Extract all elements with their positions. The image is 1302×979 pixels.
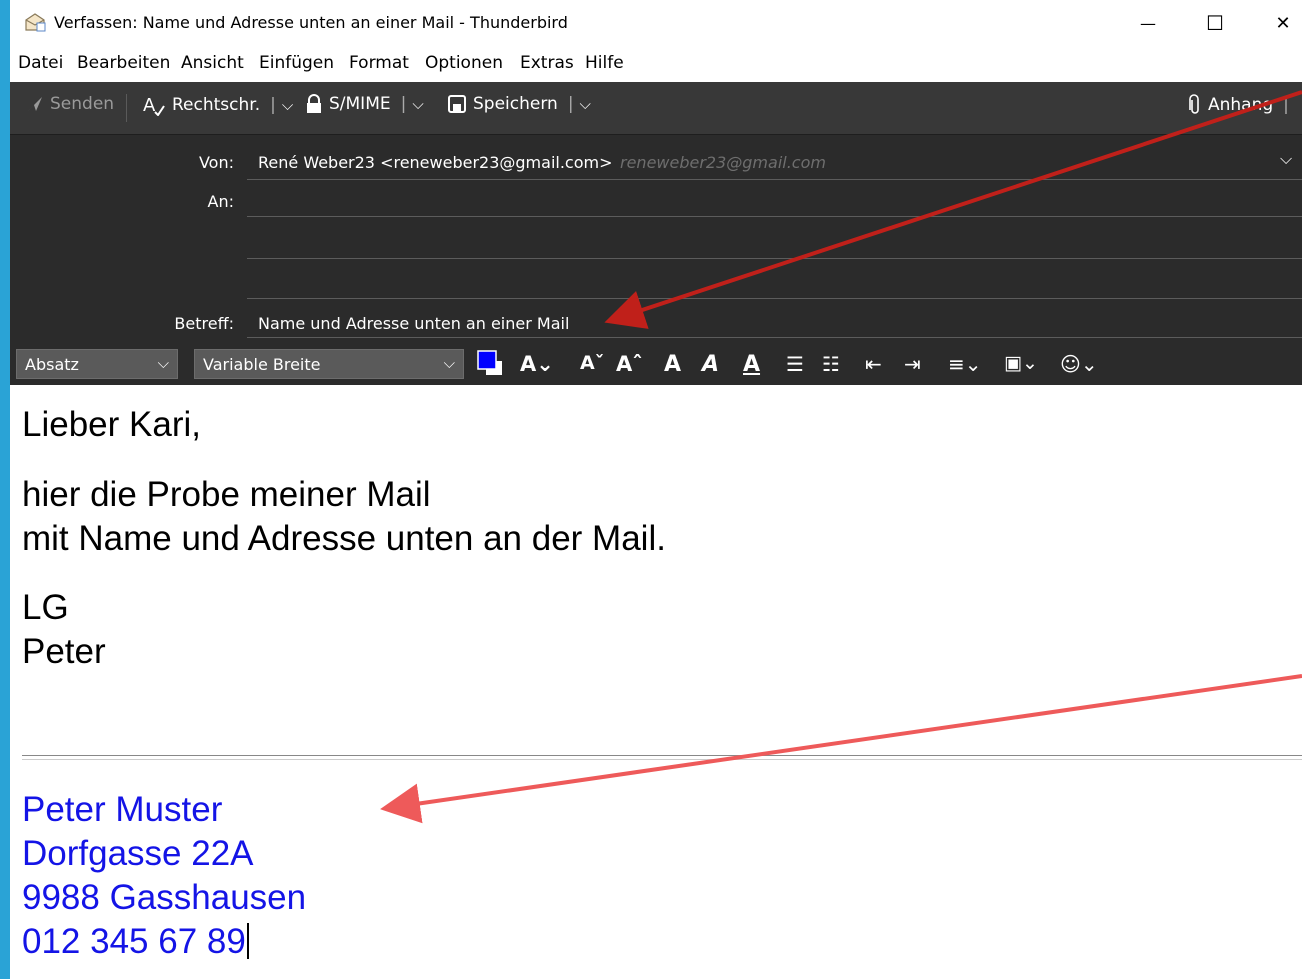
send-icon — [28, 97, 42, 111]
signature-phone: 012 345 67 89 — [22, 920, 249, 964]
to-field-3[interactable] — [247, 261, 1302, 295]
smime-button[interactable]: S/MIME | ⌵ — [305, 94, 424, 114]
maximize-button[interactable]: ☐ — [1192, 0, 1238, 46]
to-underline-2 — [247, 258, 1302, 259]
from-label: Von: — [198, 153, 234, 172]
address-headers: Von: René Weber23 <reneweber23@gmail.com… — [10, 135, 1302, 343]
from-value[interactable]: René Weber23 <reneweber23@gmail.com> — [258, 153, 613, 172]
to-underline — [247, 216, 1302, 217]
paragraph-format-select[interactable]: Absatz ⌵ — [16, 349, 178, 379]
spellcheck-label: Rechtschr. — [172, 95, 261, 115]
greeting-line: Lieber Kari, — [22, 405, 201, 444]
message-body[interactable]: Lieber Kari, hier die Probe meiner Mail … — [10, 385, 1302, 979]
chevron-down-icon: ⌵ — [443, 354, 455, 372]
title-bar: Verfassen: Name und Adresse unten an ein… — [10, 0, 1302, 46]
toolbar-separator — [126, 94, 127, 122]
signature-city: 9988 Gasshausen — [22, 878, 307, 917]
chevron-down-icon[interactable]: ⌵ — [412, 95, 423, 113]
text-color-swatch — [477, 350, 497, 370]
body-line-2: mit Name und Adresse unten an der Mail. — [22, 519, 666, 558]
send-button[interactable]: Senden — [26, 94, 114, 114]
font-value: Variable Breite — [203, 355, 321, 374]
minimize-button[interactable]: — — [1125, 0, 1171, 46]
menu-bar: Datei Bearbeiten Ansicht Einfügen Format… — [10, 46, 1302, 82]
attach-label: Anhang — [1208, 95, 1274, 115]
to-label: An: — [207, 192, 234, 211]
paperclip-icon — [1189, 94, 1199, 114]
italic-icon[interactable]: A — [702, 352, 719, 377]
to-field[interactable] — [247, 185, 1302, 215]
subject-underline — [247, 337, 1302, 338]
chevron-down-icon[interactable]: ⌵ — [580, 95, 591, 113]
outdent-icon[interactable]: ⇤ — [865, 352, 882, 376]
indent-icon[interactable]: ⇥ — [904, 352, 921, 376]
lock-icon — [307, 94, 321, 113]
from-hint: reneweber23@gmail.com — [620, 153, 826, 172]
menu-bearbeiten[interactable]: Bearbeiten — [77, 53, 170, 73]
maximize-icon: ☐ — [1206, 11, 1224, 35]
signature-separator — [22, 755, 1302, 760]
bold-icon[interactable]: A — [664, 352, 681, 377]
signature-name: Peter Muster — [22, 790, 223, 829]
menu-extras[interactable]: Extras — [520, 53, 574, 73]
minimize-icon: — — [1140, 13, 1156, 33]
menu-datei[interactable]: Datei — [18, 53, 63, 73]
menu-ansicht[interactable]: Ansicht — [181, 53, 244, 73]
font-select[interactable]: Variable Breite ⌵ — [194, 349, 464, 379]
spellcheck-button[interactable]: A Rechtschr. | ⌵ — [142, 94, 293, 116]
chevron-down-icon[interactable]: ⌵ — [1280, 149, 1292, 169]
menu-einfuegen[interactable]: Einfügen — [259, 53, 334, 73]
signature-street: Dorfgasse 22A — [22, 834, 254, 873]
spellcheck-icon: A — [143, 95, 165, 116]
to-field-2[interactable] — [247, 219, 1302, 255]
emoji-icon[interactable]: ☺⌄ — [1060, 352, 1098, 376]
decrease-font-icon[interactable]: Aˇ — [580, 352, 604, 374]
bullet-list-icon[interactable]: ☰ — [786, 352, 804, 376]
compose-toolbar: Senden A Rechtschr. | ⌵ S/MIME | ⌵ Speic… — [10, 82, 1302, 135]
menu-format[interactable]: Format — [349, 53, 409, 73]
save-label: Speichern — [473, 94, 558, 114]
save-button[interactable]: Speichern | ⌵ — [447, 94, 591, 114]
subject-input[interactable]: Name und Adresse unten an einer Mail — [258, 314, 569, 333]
svg-text:A: A — [143, 95, 156, 116]
paragraph-format-value: Absatz — [25, 355, 79, 374]
underline-icon[interactable]: A — [743, 352, 760, 377]
subject-label: Betreff: — [174, 314, 234, 333]
window-title: Verfassen: Name und Adresse unten an ein… — [54, 13, 568, 32]
compose-envelope-icon — [25, 13, 46, 32]
chevron-down-icon: ⌵ — [157, 354, 169, 372]
text-caret — [246, 923, 249, 959]
smime-label: S/MIME — [329, 94, 391, 114]
body-line-1: hier die Probe meiner Mail — [22, 475, 431, 514]
from-underline — [247, 179, 1302, 180]
send-label: Senden — [50, 94, 115, 114]
numbered-list-icon[interactable]: ☷ — [822, 352, 840, 376]
text-color-picker[interactable] — [476, 349, 504, 377]
attach-button[interactable]: Anhang | — [1188, 94, 1289, 116]
chevron-down-icon[interactable]: ⌵ — [282, 96, 293, 114]
close-icon: ✕ — [1275, 12, 1291, 34]
closing-line-2: Peter — [22, 632, 106, 671]
insert-image-icon[interactable]: ▣⌄ — [1004, 352, 1038, 374]
font-size-icon[interactable]: A⌄ — [520, 352, 554, 376]
close-button[interactable]: ✕ — [1260, 0, 1302, 46]
increase-font-icon[interactable]: Aˆ — [616, 352, 643, 376]
closing-line-1: LG — [22, 588, 69, 627]
save-icon — [448, 95, 466, 113]
format-toolbar: Absatz ⌵ Variable Breite ⌵ A⌄ Aˇ Aˆ A A … — [10, 343, 1302, 385]
menu-optionen[interactable]: Optionen — [425, 53, 503, 73]
menu-hilfe[interactable]: Hilfe — [585, 53, 624, 73]
to-underline-3 — [247, 298, 1302, 299]
compose-window: Verfassen: Name und Adresse unten an ein… — [10, 0, 1302, 979]
align-icon[interactable]: ≡⌄ — [948, 352, 982, 376]
